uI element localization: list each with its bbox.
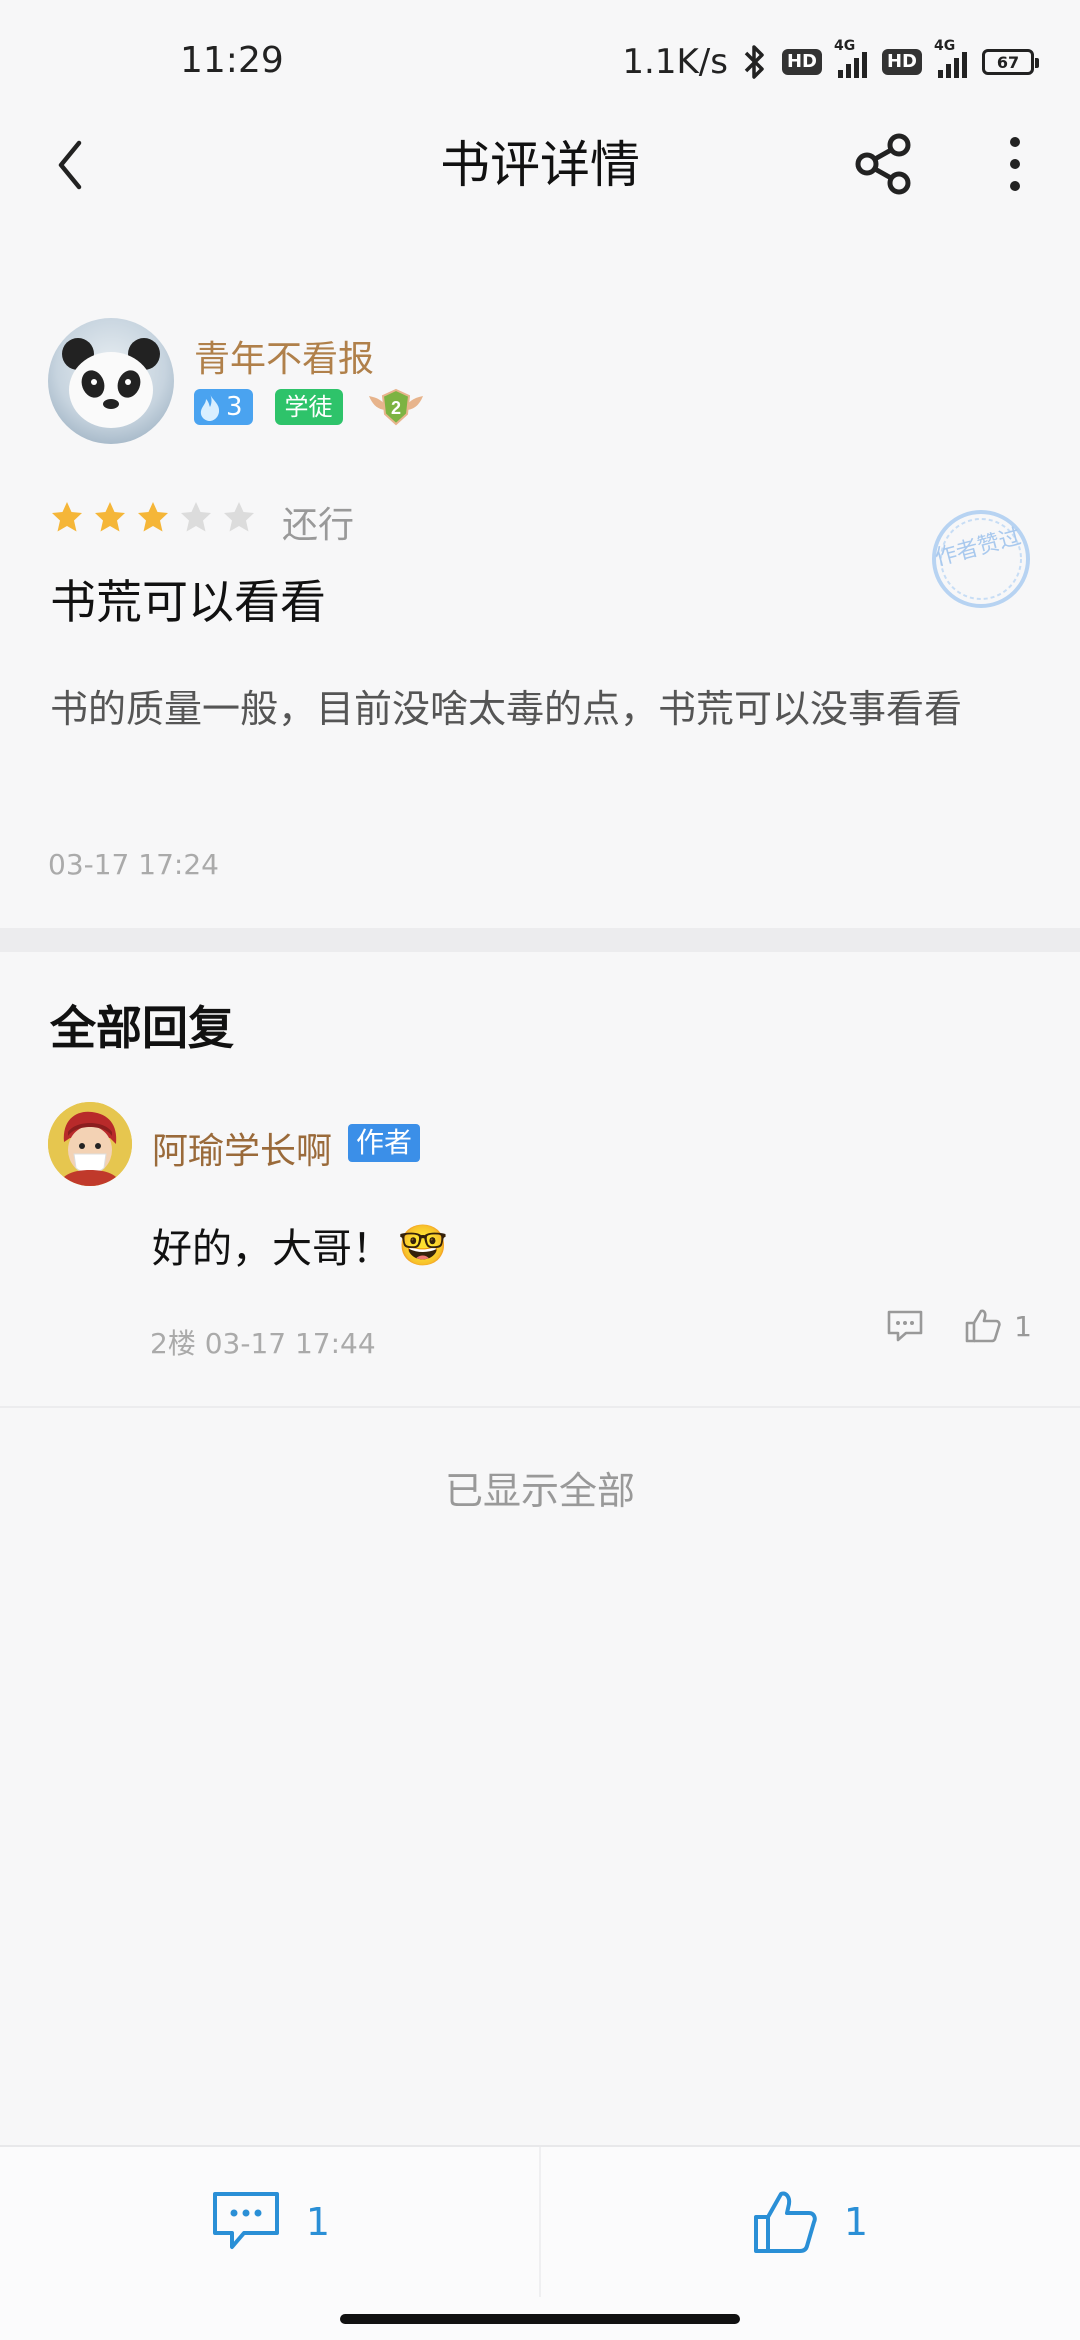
avatar[interactable] xyxy=(48,318,174,444)
reply-actions: 1 xyxy=(886,1308,1032,1344)
comment-icon xyxy=(887,1310,923,1342)
author-liked-stamp-icon: 作者赞过 xyxy=(932,510,1030,608)
like-button[interactable]: 1 xyxy=(540,2147,1080,2297)
comment-count: 1 xyxy=(305,2200,331,2244)
hd-icon: HD xyxy=(781,49,822,75)
star-filled-icon xyxy=(138,502,168,532)
nerd-face-emoji: 🤓 xyxy=(398,1222,448,1269)
signal-icon: 4G xyxy=(834,38,870,80)
more-button[interactable] xyxy=(990,128,1040,200)
reply-comment-button[interactable] xyxy=(886,1309,924,1343)
reply-author-name[interactable]: 阿瑜学长啊 xyxy=(152,1122,332,1174)
review-author-name[interactable]: 青年不看报 xyxy=(194,330,374,382)
star-empty-icon xyxy=(181,502,211,532)
author-tag: 作者 xyxy=(348,1124,421,1162)
status-bar: 11:29 1.1K/s HD 4G HD 4G 67 xyxy=(0,0,1080,120)
thumbs-up-icon xyxy=(753,2191,817,2253)
review-card: 青年不看报 3 学徒 2 还行 作者赞过 书荒可以看看 书的质量一般，目前没啥太… xyxy=(0,210,1080,928)
bottom-action-bar: 1 1 xyxy=(0,2145,1080,2340)
replies-heading: 全部回复 xyxy=(50,1001,234,1055)
rating-text: 还行 xyxy=(282,505,355,546)
fire-level-badge: 3 xyxy=(194,389,253,425)
star-filled-icon xyxy=(95,502,125,532)
medal-level-text: 2 xyxy=(391,398,401,418)
reply-item: 阿瑜学长啊 作者 好的，大哥！ 🤓 2楼 03-17 17:44 1 xyxy=(0,1102,1080,1360)
reply-text: 好的，大哥！ 🤓 xyxy=(152,1216,448,1274)
reply-divider xyxy=(0,1406,1080,1408)
reply-meta: 2楼 03-17 17:44 xyxy=(150,1327,376,1360)
home-indicator[interactable] xyxy=(340,2314,740,2324)
status-time: 11:29 xyxy=(180,40,284,81)
review-timestamp: 03-17 17:24 xyxy=(48,848,219,881)
reply-text-content: 好的，大哥！ xyxy=(152,1226,392,1272)
stamp-text: 作者赞过 xyxy=(932,524,1023,571)
hd-icon-2: HD xyxy=(881,49,922,75)
share-button[interactable] xyxy=(848,128,920,200)
more-vertical-icon xyxy=(1010,137,1020,191)
rank-badge: 学徒 xyxy=(274,389,343,425)
bluetooth-icon xyxy=(744,45,764,79)
network-speed: 1.1K/s xyxy=(622,42,728,82)
medal-badge-icon: 2 xyxy=(368,388,423,426)
reply-avatar[interactable] xyxy=(48,1102,132,1186)
panda-avatar-image xyxy=(62,338,160,428)
reply-like-button[interactable]: 1 xyxy=(964,1308,1032,1344)
star-filled-icon xyxy=(52,502,82,532)
app-bar: 书评详情 xyxy=(0,120,1080,210)
battery-icon: 67 xyxy=(982,49,1039,75)
cartoon-avatar-image xyxy=(48,1102,132,1186)
signal-icon-2: 4G xyxy=(934,38,970,80)
star-empty-icon xyxy=(224,502,254,532)
end-of-list-text: 已显示全部 xyxy=(444,1469,635,1513)
reply-like-count: 1 xyxy=(1014,1309,1032,1343)
thumbs-up-icon xyxy=(965,1309,1001,1343)
fire-level-value: 3 xyxy=(226,392,243,422)
comment-button[interactable]: 1 xyxy=(0,2147,540,2297)
comment-icon xyxy=(212,2192,279,2249)
section-divider xyxy=(0,928,1080,952)
share-icon xyxy=(855,133,911,195)
flame-icon xyxy=(200,394,220,421)
review-body: 书的质量一般，目前没啥太毒的点，书荒可以没事看看 xyxy=(50,687,963,731)
like-count: 1 xyxy=(843,2200,869,2244)
user-badges: 3 学徒 2 xyxy=(194,386,427,428)
status-indicators: 1.1K/s HD 4G HD 4G 67 xyxy=(622,38,1039,84)
review-title: 书荒可以看看 xyxy=(50,575,326,629)
star-rating xyxy=(50,500,256,534)
